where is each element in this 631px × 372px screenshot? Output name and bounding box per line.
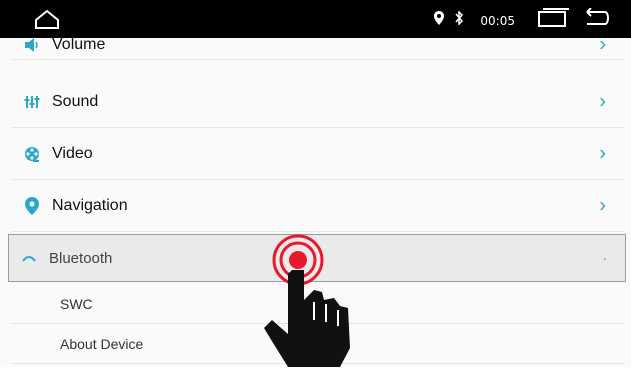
settings-item-sound[interactable]: Sound › <box>12 76 624 128</box>
tap-gesture-overlay <box>230 230 380 367</box>
location-icon <box>434 11 445 30</box>
bluetooth-icon <box>9 253 49 263</box>
location-pin-icon <box>12 196 52 215</box>
settings-subitem-label: About Device <box>60 335 144 352</box>
settings-item-label: Bluetooth <box>49 249 113 267</box>
chevron-right-icon: › <box>599 33 606 55</box>
settings-item-volume[interactable]: Volume › <box>12 30 624 60</box>
hand-pointer-icon <box>264 270 350 367</box>
chevron-right-icon: › <box>599 142 606 164</box>
settings-item-navigation[interactable]: Navigation › <box>12 180 624 232</box>
chevron-right-icon: › <box>599 90 606 112</box>
status-time: 00:05 <box>480 13 515 28</box>
settings-item-video[interactable]: Video › <box>12 128 624 180</box>
settings-item-label: Navigation <box>52 196 128 214</box>
volume-icon <box>12 37 52 52</box>
settings-item-label: Video <box>52 144 93 162</box>
bluetooth-icon <box>454 10 464 30</box>
chevron-right-icon: · <box>602 250 607 266</box>
settings-item-label: Sound <box>52 92 99 110</box>
film-reel-icon <box>12 146 52 162</box>
settings-item-label: Volume <box>52 35 106 53</box>
equalizer-icon <box>12 94 52 110</box>
settings-subitem-label: SWC <box>60 295 93 312</box>
chevron-right-icon: › <box>599 194 606 216</box>
